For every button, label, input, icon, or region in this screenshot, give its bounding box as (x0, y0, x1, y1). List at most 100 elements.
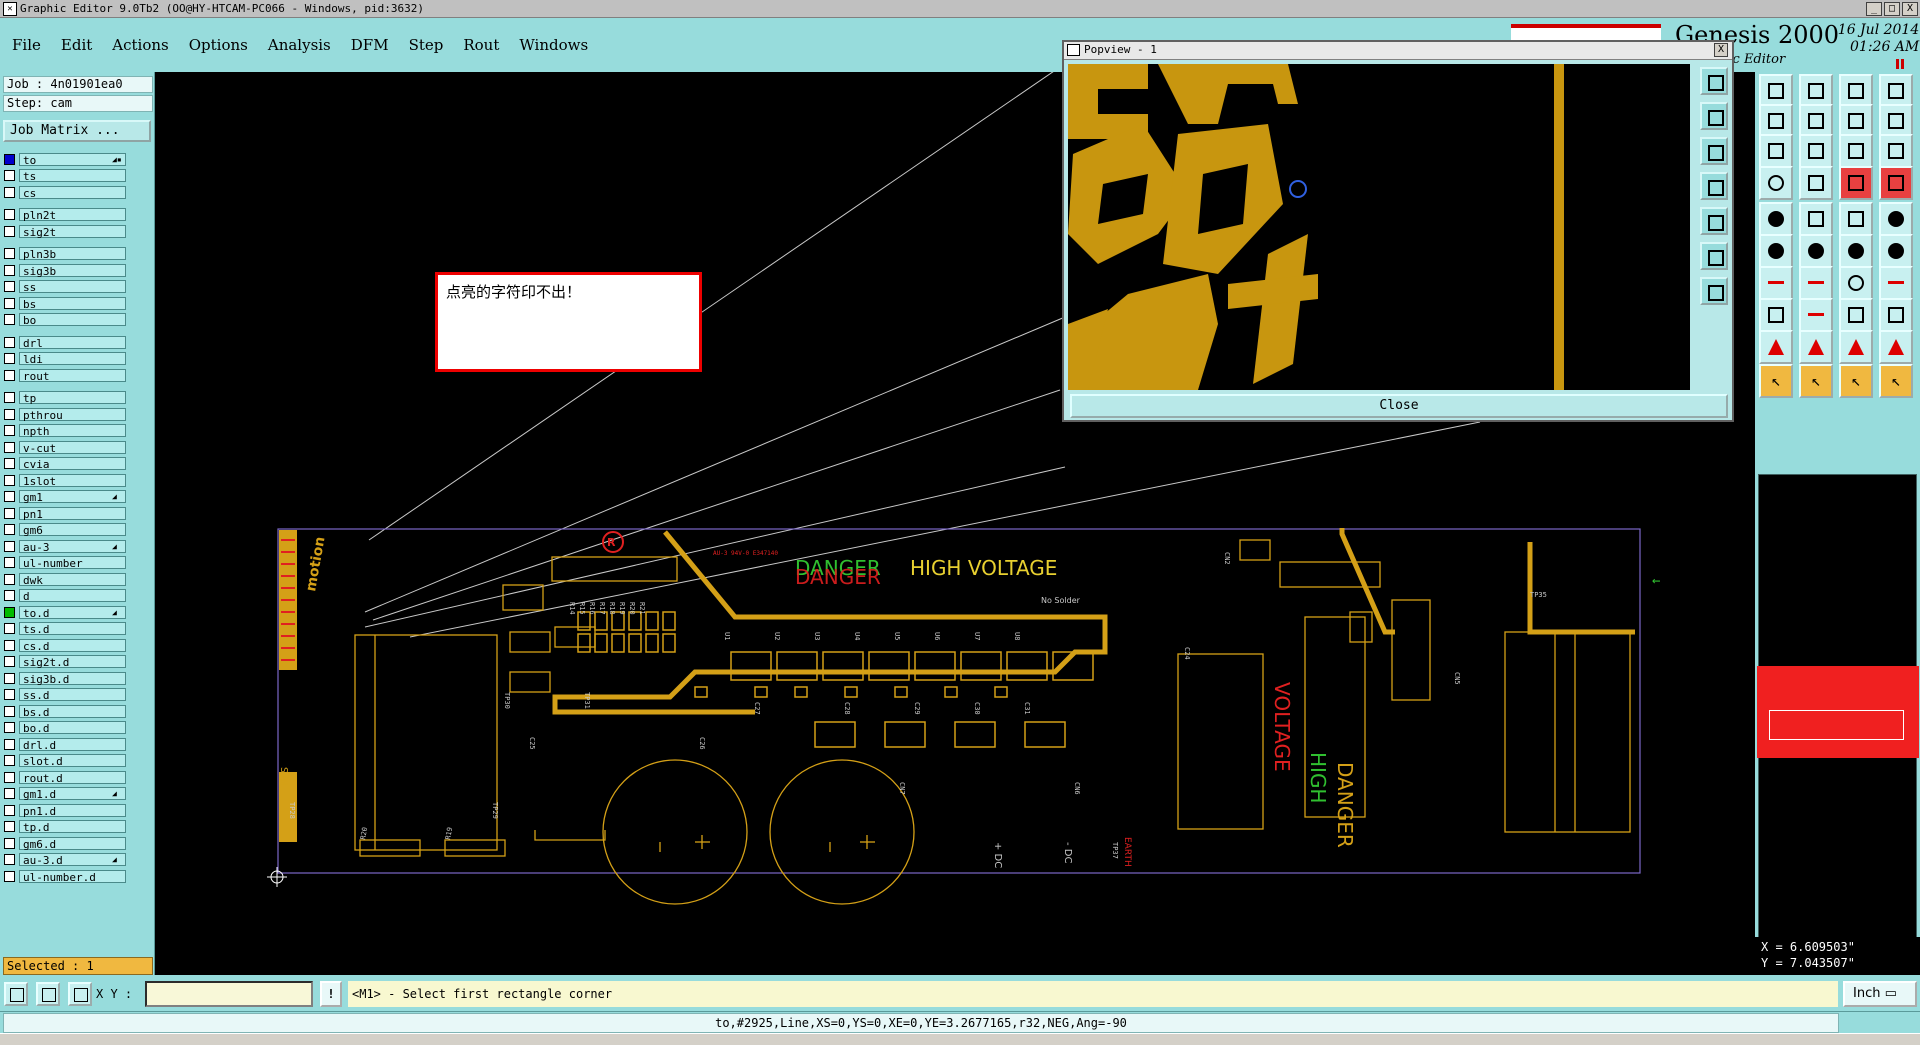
tool-arc-icon[interactable] (1879, 234, 1913, 268)
layer-name[interactable]: gm1 (19, 490, 126, 504)
layer-row[interactable]: npth (4, 424, 126, 438)
layer-checkbox[interactable] (4, 689, 15, 700)
layer-name[interactable]: pn1 (19, 506, 126, 521)
tool-select3-icon[interactable]: ↖ (1839, 364, 1873, 398)
layer-name[interactable]: au-3 (19, 539, 126, 554)
layer-row[interactable]: cs.d (4, 638, 126, 653)
layer-checkbox[interactable] (4, 369, 15, 381)
tool-text-icon[interactable] (1759, 330, 1793, 364)
layer-name[interactable]: tp (19, 391, 126, 405)
menu-step[interactable]: Step (409, 36, 444, 54)
layer-name[interactable]: pln2t (19, 208, 126, 222)
layer-checkbox[interactable] (4, 441, 15, 453)
layer-checkbox[interactable] (4, 281, 15, 292)
menu-analysis[interactable]: Analysis (268, 36, 331, 54)
tool-grid-icon[interactable] (1799, 166, 1833, 200)
layer-checkbox[interactable] (4, 788, 15, 799)
layer-checkbox[interactable] (4, 225, 15, 237)
tool-layer-down-icon[interactable] (1799, 74, 1833, 108)
layer-row[interactable]: ul-number (4, 556, 126, 570)
layer-name[interactable]: pln3b (19, 247, 126, 261)
layer-name[interactable]: ss.d (19, 688, 126, 702)
layer-name[interactable]: gm6 (19, 523, 126, 537)
layer-row[interactable]: pn1.d (4, 803, 126, 818)
tool-snap-icon[interactable] (1879, 166, 1913, 200)
layer-checkbox[interactable] (4, 606, 15, 618)
layer-checkbox[interactable] (4, 771, 15, 783)
popview-window[interactable]: Popview - 1 X Close (1062, 40, 1734, 422)
layer-name[interactable]: dwk (19, 572, 126, 587)
popview-zoom-out-icon[interactable] (1700, 137, 1728, 165)
layer-checkbox[interactable] (4, 755, 15, 766)
layer-checkbox[interactable] (4, 248, 15, 259)
layer-row[interactable]: slot.d (4, 754, 126, 768)
units-selector[interactable]: Inch ▭ (1843, 981, 1917, 1007)
layer-name[interactable]: sig2t.d (19, 655, 126, 669)
layer-row[interactable]: cs (4, 185, 126, 200)
menu-file[interactable]: File (12, 36, 41, 54)
layer-name[interactable]: bo (19, 313, 126, 327)
layer-checkbox[interactable] (4, 186, 15, 198)
snap-mode-icon[interactable] (4, 982, 28, 1006)
layer-name[interactable]: sig3b (19, 263, 126, 278)
layer-row[interactable]: sig2t (4, 224, 126, 239)
layer-row[interactable]: v-cut (4, 440, 126, 455)
layer-row[interactable]: cvia (4, 457, 126, 471)
layer-name[interactable]: cs (19, 185, 126, 200)
tool-zoom-sel-icon[interactable] (1879, 104, 1913, 138)
layer-checkbox[interactable] (4, 623, 15, 634)
layer-row[interactable]: rout.d (4, 770, 126, 785)
layer-checkbox[interactable] (4, 408, 15, 420)
popview-center-icon[interactable] (1700, 277, 1728, 305)
layer-row[interactable]: au-3.d ◢ (4, 853, 126, 867)
layer-row[interactable]: bo (4, 313, 126, 327)
layer-checkbox[interactable] (4, 209, 15, 220)
layer-row[interactable]: gm6.d (4, 836, 126, 851)
layer-name[interactable]: ts (19, 169, 126, 183)
tool-line-icon[interactable] (1839, 202, 1873, 236)
tool-select-icon[interactable]: ↖ (1759, 364, 1793, 398)
layer-name[interactable]: to.d (19, 605, 126, 620)
tool-zoom-in-icon[interactable] (1759, 134, 1793, 168)
layer-name[interactable]: ts.d (19, 622, 126, 636)
layer-row[interactable]: sig3b.d (4, 671, 126, 686)
popview-zoom-home-icon[interactable] (1700, 67, 1728, 95)
layer-name[interactable]: cvia (19, 457, 126, 471)
menu-windows[interactable]: Windows (519, 36, 588, 54)
tool-zoom-fit-icon[interactable] (1839, 104, 1873, 138)
layer-name[interactable]: gm1.d (19, 787, 126, 801)
layer-name[interactable]: ss (19, 280, 126, 294)
layer-row[interactable]: pln3b (4, 247, 126, 261)
layer-row[interactable]: gm1 ◢ (4, 490, 126, 504)
layer-name[interactable]: drl.d (19, 737, 126, 752)
tool-copy-icon[interactable] (1839, 234, 1873, 268)
layer-row[interactable]: pln2t (4, 208, 126, 222)
layer-row[interactable]: gm6 (4, 523, 126, 537)
popview-pan-icon[interactable] (1700, 207, 1728, 235)
popview-viewport[interactable] (1068, 64, 1690, 390)
layer-checkbox[interactable] (4, 153, 15, 165)
tool-zoom-right-icon[interactable] (1799, 104, 1833, 138)
layer-name[interactable]: npth (19, 424, 126, 438)
layer-row[interactable]: au-3 ◢ (4, 539, 126, 554)
layer-name[interactable]: d (19, 589, 126, 603)
layer-name[interactable]: rout.d (19, 770, 126, 785)
tool-pad-icon[interactable] (1759, 202, 1793, 236)
layer-name[interactable]: drl (19, 335, 126, 350)
layer-checkbox[interactable] (4, 491, 15, 502)
layer-checkbox[interactable] (4, 738, 15, 750)
layer-checkbox[interactable] (4, 507, 15, 519)
close-button[interactable]: X (1902, 1, 1918, 16)
menu-actions[interactable]: Actions (112, 36, 168, 54)
tool-scale-icon[interactable] (1839, 134, 1873, 168)
menu-dfm[interactable]: DFM (351, 36, 389, 54)
layer-row[interactable]: drl.d (4, 737, 126, 752)
layer-checkbox[interactable] (4, 524, 15, 535)
tool-zoom-left-icon[interactable] (1759, 104, 1793, 138)
tool-cross-icon[interactable] (1799, 234, 1833, 268)
tool-add-line-icon[interactable] (1759, 266, 1793, 300)
tool-select4-icon[interactable]: ↖ (1879, 364, 1913, 398)
layer-row[interactable]: dwk (4, 572, 126, 587)
menu-options[interactable]: Options (189, 36, 248, 54)
layer-checkbox[interactable] (4, 837, 15, 849)
